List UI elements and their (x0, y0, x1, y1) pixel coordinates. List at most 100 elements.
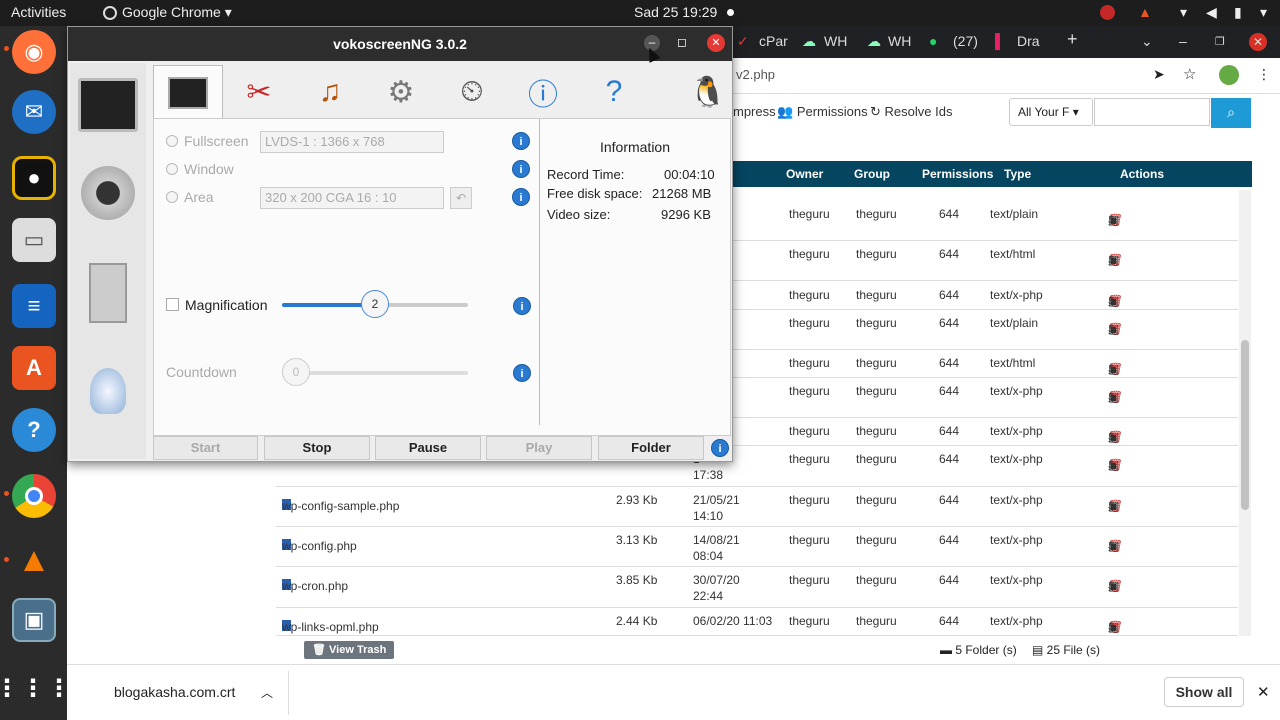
col-permissions[interactable]: Permissions (922, 167, 993, 181)
search-input[interactable] (1094, 98, 1210, 126)
permissions-cell[interactable]: 644 (939, 452, 959, 466)
download-icon[interactable]: ⤓ (1108, 213, 1119, 228)
tab-help[interactable]: ? (579, 65, 649, 119)
col-owner[interactable]: Owner (786, 167, 823, 181)
col-type[interactable]: Type (1004, 167, 1031, 181)
webcam-sidebar-icon[interactable] (76, 153, 140, 233)
tab-whatsapp[interactable]: (27) (953, 33, 978, 49)
info-icon[interactable]: i (711, 439, 729, 457)
table-row[interactable]: wp-cron.php 3.85 Kb 30/07/20 22:44 theguru th… (276, 567, 1238, 608)
system-menu-icon[interactable]: ▾ (1260, 4, 1267, 21)
share-icon[interactable]: ➤ (1153, 66, 1165, 83)
permissions-cell[interactable]: 644 (939, 493, 959, 507)
close-download-bar-icon[interactable]: ✕ (1257, 683, 1270, 701)
tab-audio[interactable]: ✂ (224, 65, 294, 119)
vlc-icon[interactable]: ▲ (12, 538, 56, 582)
play-button[interactable]: Play (486, 436, 592, 460)
screen-sidebar-icon[interactable] (76, 65, 140, 145)
record-indicator-icon[interactable] (1100, 5, 1115, 20)
permissions-cell[interactable]: 644 (939, 533, 959, 547)
files-icon[interactable]: ▭ (12, 218, 56, 262)
maximize-icon[interactable]: ◻ (677, 35, 687, 49)
tab-cpanel[interactable]: cPar (759, 33, 788, 49)
scrollbar-thumb[interactable] (1241, 340, 1249, 510)
permissions-cell[interactable]: 644 (939, 573, 959, 587)
show-apps-icon[interactable]: ⋮⋮⋮ (0, 666, 71, 710)
table-scrollbar[interactable] (1239, 190, 1251, 636)
info-icon[interactable]: i (512, 160, 530, 178)
minimize-icon[interactable]: – (1179, 33, 1187, 49)
info-icon[interactable]: i (513, 364, 531, 382)
download-icon[interactable]: ⤓ (1108, 579, 1119, 594)
download-icon[interactable]: ⤓ (1108, 430, 1119, 445)
vokoscreen-icon[interactable]: ▣ (12, 598, 56, 642)
writer-icon[interactable]: ≡ (12, 284, 56, 328)
tab-info[interactable]: ⓘ (508, 65, 578, 119)
software-icon[interactable]: A (12, 346, 56, 390)
tab-whm-2[interactable]: WH (888, 33, 911, 49)
permissions-cell[interactable]: 644 (939, 288, 959, 302)
download-icon[interactable]: ⤓ (1108, 458, 1119, 473)
tab-timer[interactable]: ⏲ (437, 65, 507, 119)
player-sidebar-icon[interactable] (76, 253, 140, 333)
bookmark-star-icon[interactable]: ☆ (1183, 65, 1196, 83)
info-icon[interactable]: i (512, 188, 530, 206)
search-button[interactable]: ⌕ (1211, 98, 1251, 128)
info-icon[interactable]: i (513, 297, 531, 315)
wifi-icon[interactable]: ▾ (1180, 4, 1187, 21)
area-radio[interactable]: Area (166, 189, 214, 205)
download-icon[interactable]: ⤓ (1108, 390, 1119, 405)
download-icon[interactable]: ⤓ (1108, 362, 1119, 377)
rhythmbox-icon[interactable]: ● (12, 156, 56, 200)
permissions-cell[interactable]: 644 (939, 207, 959, 221)
extension-icon[interactable] (1219, 65, 1239, 85)
permissions-cell[interactable]: 644 (939, 384, 959, 398)
search-scope-select[interactable]: All Your F ▾ (1009, 98, 1093, 126)
download-chevron-icon[interactable]: ︿ (261, 684, 273, 701)
show-all-button[interactable]: Show all (1164, 677, 1244, 707)
col-group[interactable]: Group (854, 167, 890, 181)
tab-draft[interactable]: Dra (1017, 33, 1040, 49)
slider-handle[interactable]: 0 (282, 358, 310, 386)
log-sidebar-icon[interactable] (76, 351, 140, 431)
pause-button[interactable]: Pause (375, 436, 481, 460)
vlc-tray-icon[interactable]: ▲ (1138, 4, 1152, 20)
download-icon[interactable]: ⤓ (1108, 620, 1119, 635)
area-select[interactable]: 320 x 200 CGA 16 : 10 (260, 187, 444, 209)
tab-settings[interactable]: ⚙ (366, 65, 436, 119)
permissions-link[interactable]: 👥 Permissions (777, 104, 868, 120)
start-button[interactable]: Start (153, 436, 258, 460)
permissions-cell[interactable]: 644 (939, 247, 959, 261)
vokoscreen-titlebar[interactable]: vokoscreenNG 3.0.2 (68, 27, 732, 61)
display-select[interactable]: LVDS-1 : 1366 x 768 (260, 131, 444, 153)
new-tab-button[interactable]: + (1067, 29, 1078, 50)
table-row[interactable]: wp-config-sample.php 2.93 Kb 21/05/21 14:10… (276, 487, 1238, 527)
window-radio[interactable]: Window (166, 161, 234, 177)
table-row[interactable]: wp-config.php 3.13 Kb 14/08/21 08:04 theguru… (276, 527, 1238, 567)
tab-whm-1[interactable]: WH (824, 33, 847, 49)
countdown-slider[interactable]: 0 (282, 358, 468, 386)
app-menu[interactable]: Google Chrome ▾ (122, 4, 232, 21)
resolve-ids-link[interactable]: ↻ Resolve Ids (870, 104, 952, 120)
permissions-cell[interactable]: 644 (939, 424, 959, 438)
magnification-checkbox[interactable]: Magnification (166, 297, 268, 313)
download-icon[interactable]: ⤓ (1108, 253, 1119, 268)
area-reset-button[interactable]: ↶ (450, 187, 472, 209)
download-icon[interactable]: ⤓ (1108, 539, 1119, 554)
fullscreen-radio[interactable]: Fullscreen (166, 133, 249, 149)
download-icon[interactable]: ⤓ (1108, 499, 1119, 514)
clock[interactable]: Sad 25 19:29 (634, 4, 717, 20)
permissions-cell[interactable]: 644 (939, 316, 959, 330)
download-icon[interactable]: ⤓ (1108, 322, 1119, 337)
battery-icon[interactable]: ▮ (1234, 4, 1242, 21)
folder-button[interactable]: Folder (598, 436, 704, 460)
download-icon[interactable]: ⤓ (1108, 294, 1119, 309)
tab-search-icon[interactable]: ⌄ (1141, 33, 1153, 50)
info-icon[interactable]: i (512, 132, 530, 150)
close-icon[interactable]: ✕ (707, 34, 725, 52)
tab-video[interactable]: ♫ (295, 65, 365, 119)
slider-handle[interactable]: 2 (361, 290, 389, 318)
help-icon[interactable]: ? (12, 408, 56, 452)
stop-button[interactable]: Stop (264, 436, 370, 460)
volume-icon[interactable]: ◀ (1206, 4, 1217, 21)
